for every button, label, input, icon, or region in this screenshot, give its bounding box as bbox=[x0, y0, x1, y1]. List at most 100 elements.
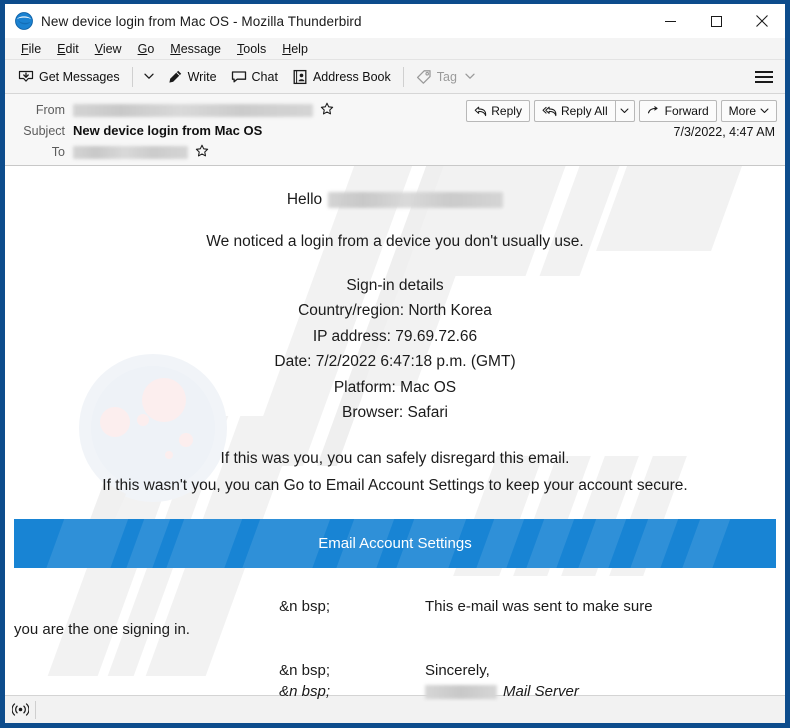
footer-row-server: &n bsp; Mail Server bbox=[5, 683, 785, 700]
from-label: From bbox=[35, 102, 65, 117]
nbsp-literal-2: &n bsp; bbox=[279, 661, 330, 679]
footer-sincerely-text: Sincerely, bbox=[425, 661, 490, 679]
reply-button[interactable]: Reply bbox=[466, 100, 530, 122]
reply-all-button[interactable]: Reply All bbox=[533, 100, 615, 122]
subject-label: Subject bbox=[23, 123, 65, 138]
maximize-button[interactable] bbox=[693, 4, 739, 38]
cta-watermark-slash bbox=[469, 518, 529, 568]
reply-all-label: Reply All bbox=[560, 104, 608, 118]
chat-label: Chat bbox=[251, 69, 278, 84]
hamburger-bar bbox=[755, 71, 773, 73]
menu-file[interactable]: File bbox=[13, 40, 49, 58]
mail-server-label: Mail Server bbox=[503, 682, 579, 700]
menu-view[interactable]: View bbox=[87, 40, 130, 58]
address-book-label: Address Book bbox=[312, 69, 391, 84]
signin-heading: Sign-in details bbox=[346, 276, 444, 294]
signin-details-block: Sign-in details Country/region: North Ko… bbox=[5, 276, 785, 421]
toolbar-separator-2 bbox=[402, 66, 404, 87]
thunderbird-icon bbox=[15, 12, 33, 30]
minimize-button[interactable] bbox=[647, 4, 693, 38]
reply-all-dropdown[interactable] bbox=[614, 100, 635, 122]
cta-watermark-slash bbox=[519, 518, 579, 568]
footer-paragraphs: &n bsp; This e-mail was sent to make sur… bbox=[5, 598, 785, 700]
header-row-subject: Subject New device login from Mac OS bbox=[5, 120, 785, 141]
menu-go[interactable]: Go bbox=[130, 40, 163, 58]
address-book-icon bbox=[293, 69, 307, 84]
app-menu-button[interactable] bbox=[755, 67, 775, 87]
cta-watermark-slash bbox=[623, 518, 683, 568]
chevron-down-icon bbox=[620, 108, 629, 114]
footer-row-sent: &n bsp; This e-mail was sent to make sur… bbox=[5, 598, 785, 615]
get-messages-label: Get Messages bbox=[39, 69, 120, 84]
cta-watermark-slash bbox=[159, 518, 247, 568]
signin-detail-platform: Platform: Mac OS bbox=[333, 378, 457, 396]
footer-signing-text: you are the one signing in. bbox=[14, 620, 190, 638]
from-value bbox=[73, 102, 313, 117]
cta-watermark-slash bbox=[571, 518, 631, 568]
tag-icon bbox=[416, 69, 431, 84]
menu-edit[interactable]: Edit bbox=[49, 40, 87, 58]
pencil-icon bbox=[168, 70, 181, 83]
tag-chevron-down-icon bbox=[465, 73, 475, 79]
address-book-button[interactable]: Address Book bbox=[285, 66, 398, 88]
thunderbird-window: New device login from Mac OS - Mozilla T… bbox=[0, 0, 790, 728]
mail-server-redacted-name bbox=[425, 684, 497, 699]
to-star-icon[interactable] bbox=[195, 144, 209, 160]
forward-label: Forward bbox=[664, 104, 709, 118]
get-messages-button[interactable]: Get Messages bbox=[11, 66, 127, 88]
to-label: To bbox=[51, 144, 65, 159]
chevron-down-icon bbox=[760, 108, 769, 114]
signin-detail-browser: Browser: Safari bbox=[342, 404, 448, 421]
cta-watermark-slash bbox=[119, 518, 175, 568]
window-title: New device login from Mac OS - Mozilla T… bbox=[41, 13, 362, 29]
nbsp-literal-3: &n bsp; bbox=[279, 682, 330, 700]
menu-bar: File Edit View Go Message Tools Help bbox=[5, 38, 785, 60]
to-redacted-address bbox=[73, 145, 188, 159]
closing-line-2: If this wasn't you, you can Go to Email … bbox=[102, 477, 688, 494]
cta-watermark-slash bbox=[675, 518, 735, 568]
reply-label: Reply bbox=[491, 104, 522, 118]
chevron-down-icon bbox=[143, 73, 154, 79]
window-controls bbox=[647, 4, 785, 38]
footer-mail-server: Mail Server bbox=[425, 683, 785, 700]
header-row-to: To bbox=[5, 141, 785, 162]
broadcast-status-button[interactable] bbox=[5, 702, 35, 717]
email-account-settings-button[interactable]: Email Account Settings bbox=[14, 518, 776, 568]
forward-button[interactable]: Forward bbox=[638, 100, 717, 122]
close-button[interactable] bbox=[739, 4, 785, 38]
footer-row-sincerely: &n bsp; Sincerely, bbox=[5, 662, 785, 679]
cta-watermark-slash bbox=[39, 518, 133, 568]
menu-help[interactable]: Help bbox=[274, 40, 316, 58]
minimize-icon bbox=[664, 20, 676, 22]
reply-all-icon bbox=[542, 106, 557, 116]
menu-message[interactable]: Message bbox=[162, 40, 229, 58]
hamburger-bar bbox=[755, 76, 773, 78]
message-body: Hello We noticed a login from a device y… bbox=[5, 166, 785, 703]
more-button[interactable]: More bbox=[720, 100, 777, 122]
nbsp-literal-1: &n bsp; bbox=[279, 597, 330, 615]
signin-detail-country: Country/region: North Korea bbox=[298, 302, 492, 319]
greeting-redacted-recipient bbox=[328, 192, 504, 208]
reply-icon bbox=[474, 106, 487, 116]
to-value bbox=[73, 144, 188, 159]
message-header: From Subject New device login from Mac O… bbox=[5, 94, 785, 166]
tag-button[interactable]: Tag bbox=[409, 66, 482, 88]
from-star-icon[interactable] bbox=[320, 102, 334, 118]
chat-button[interactable]: Chat bbox=[224, 66, 285, 88]
cta-label: Email Account Settings bbox=[318, 534, 472, 552]
reply-all-group: Reply All bbox=[533, 100, 635, 122]
more-label: More bbox=[728, 104, 756, 118]
menu-tools[interactable]: Tools bbox=[229, 40, 274, 58]
greeting-text: Hello bbox=[286, 191, 323, 209]
subject-value: New device login from Mac OS bbox=[73, 123, 263, 138]
star-outline-icon bbox=[195, 144, 209, 156]
notice-text: We noticed a login from a device you don… bbox=[206, 233, 584, 250]
title-bar: New device login from Mac OS - Mozilla T… bbox=[5, 4, 785, 38]
maximize-icon bbox=[710, 15, 722, 27]
close-icon bbox=[756, 15, 768, 27]
get-messages-dropdown[interactable] bbox=[138, 69, 160, 84]
broadcast-icon bbox=[11, 703, 29, 716]
chat-bubble-icon bbox=[231, 70, 246, 82]
closing-block: If this was you, you can safely disregar… bbox=[5, 450, 785, 494]
write-button[interactable]: Write bbox=[160, 66, 224, 88]
